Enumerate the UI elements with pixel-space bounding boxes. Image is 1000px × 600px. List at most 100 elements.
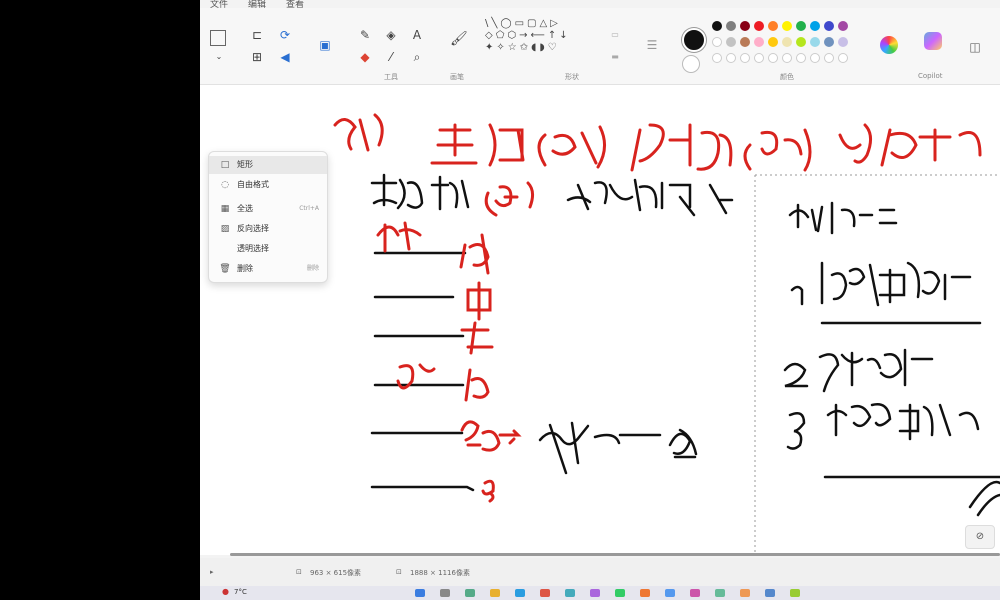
color-swatch[interactable] xyxy=(810,37,820,47)
color-swatch[interactable] xyxy=(712,37,722,47)
shapes-gallery[interactable]: \╲◯▭▢△▷ ◇⬠⬡→⟵↑↓ ✦✧☆✩◖◗♡ xyxy=(485,18,595,68)
empty-swatch[interactable] xyxy=(740,53,750,63)
black-left-strokes xyxy=(370,173,734,492)
select-menu-item-select-all[interactable]: ▦ 全选 Ctrl+A xyxy=(209,200,327,218)
ribbon-toolbar: ⌄ ⊏ ⊞ ⟳ ◀ ▣ ✎ ◈ A ◆ ⁄ ⌕ 工具 🖌 画笔 \╲◯▭▢△▷ ◇… xyxy=(200,8,1000,85)
rotate-icon[interactable]: ⟳ xyxy=(278,28,292,42)
select-menu-item-transparent[interactable]: 透明选择 xyxy=(209,240,327,258)
select-menu-label: 透明选择 xyxy=(237,244,269,253)
trash-icon: 🗑 xyxy=(219,264,231,274)
empty-swatch[interactable] xyxy=(796,53,806,63)
color-swatch[interactable] xyxy=(754,21,764,31)
tools-group-label: 工具 xyxy=(384,73,398,81)
color-swatch[interactable] xyxy=(782,37,792,47)
color-swatch[interactable] xyxy=(740,21,750,31)
fill-bucket-icon[interactable]: ◈ xyxy=(384,28,398,42)
left-black-area xyxy=(0,0,200,600)
taskbar-app-icon[interactable] xyxy=(465,589,475,597)
red-heading-strokes xyxy=(333,113,982,172)
taskbar-app-icon[interactable] xyxy=(615,589,625,597)
empty-swatch[interactable] xyxy=(810,53,820,63)
empty-swatch[interactable] xyxy=(824,53,834,63)
resize-icon[interactable]: ⊞ xyxy=(250,50,264,64)
shapes-group-label: 形状 xyxy=(565,73,579,81)
select-menu-label: 反向选择 xyxy=(237,224,269,233)
paint-window: 文件 编辑 查看 ⌄ ⊏ ⊞ ⟳ ◀ ▣ ✎ ◈ A ◆ ⁄ ⌕ 工具 🖌 画笔… xyxy=(200,0,1000,600)
color-swatch[interactable] xyxy=(726,21,736,31)
taskbar-app-icon[interactable] xyxy=(790,589,800,597)
flip-icon[interactable]: ◀ xyxy=(278,50,292,64)
empty-swatch[interactable] xyxy=(768,53,778,63)
primary-color[interactable] xyxy=(682,28,706,52)
select-menu-item-invert[interactable]: ▨ 反向选择 xyxy=(209,220,327,238)
eraser-icon[interactable]: ◆ xyxy=(358,50,372,64)
select-menu-item-rectangle[interactable]: □ 矩形 xyxy=(209,156,327,174)
color-swatch[interactable] xyxy=(824,37,834,47)
taskbar-app-icon[interactable] xyxy=(715,589,725,597)
menu-bar: 文件 编辑 查看 xyxy=(200,0,1000,10)
empty-swatch[interactable] xyxy=(782,53,792,63)
fill-icon[interactable]: ▬ xyxy=(608,50,622,64)
layers-icon[interactable]: ◫ xyxy=(968,40,982,54)
pencil-icon[interactable]: ✎ xyxy=(358,28,372,42)
color-swatch[interactable] xyxy=(810,21,820,31)
color-swatch[interactable] xyxy=(768,37,778,47)
edge-icon[interactable] xyxy=(515,589,525,597)
magnifier-icon[interactable]: ⌕ xyxy=(410,50,424,64)
taskbar-app-icon[interactable] xyxy=(665,589,675,597)
zoom-fit-button[interactable]: ⊘ xyxy=(965,525,995,549)
color-swatch[interactable] xyxy=(838,37,848,47)
select-menu-label: 全选 xyxy=(237,204,253,213)
color-swatch[interactable] xyxy=(782,21,792,31)
secondary-color[interactable] xyxy=(682,55,700,73)
empty-swatch[interactable] xyxy=(726,53,736,63)
selection-tool-icon[interactable] xyxy=(210,30,226,46)
color-palette-row-1 xyxy=(712,21,848,31)
color-swatch[interactable] xyxy=(712,21,722,31)
text-tool-icon[interactable]: A xyxy=(410,28,424,42)
taskbar-app-icon[interactable] xyxy=(690,589,700,597)
outline-icon[interactable]: ▭ xyxy=(608,28,622,42)
status-bar: ▸ ⊡ 963 × 615像素 ⊡ 1888 × 1116像素 xyxy=(200,558,1000,586)
freeform-select-icon: ◌ xyxy=(221,180,229,190)
canvas-size: 1888 × 1116像素 xyxy=(410,569,470,577)
taskbar-app-icon[interactable] xyxy=(765,589,775,597)
size-icon[interactable]: ☰ xyxy=(645,38,659,52)
edit-colors-icon[interactable] xyxy=(880,36,898,54)
color-swatch[interactable] xyxy=(740,37,750,47)
chevron-down-icon[interactable]: ⌄ xyxy=(212,50,226,64)
copilot-group-label: Copilot xyxy=(918,72,943,80)
image-icon[interactable]: ▣ xyxy=(318,38,332,52)
color-picker-icon[interactable]: ⁄ xyxy=(384,50,398,64)
file-explorer-icon[interactable] xyxy=(490,589,500,597)
empty-swatch[interactable] xyxy=(712,53,722,63)
taskbar-app-icon[interactable] xyxy=(540,589,550,597)
crop-icon[interactable]: ⊏ xyxy=(250,28,264,42)
selection-dropdown-menu: □ 矩形 ◌ 自由格式 ▦ 全选 Ctrl+A ▨ 反向选择 透明选择 🗑 删除… xyxy=(208,151,328,283)
weather-icon: ● xyxy=(222,587,229,596)
color-swatch[interactable] xyxy=(768,21,778,31)
empty-swatch[interactable] xyxy=(838,53,848,63)
weather-temp[interactable]: 7°C xyxy=(234,588,247,596)
color-swatch[interactable] xyxy=(754,37,764,47)
color-swatch[interactable] xyxy=(796,21,806,31)
color-swatch[interactable] xyxy=(796,37,806,47)
drawing-canvas[interactable]: □ 矩形 ◌ 自由格式 ▦ 全选 Ctrl+A ▨ 反向选择 透明选择 🗑 删除… xyxy=(200,85,1000,555)
taskbar-app-icon[interactable] xyxy=(565,589,575,597)
brushes-group-label: 画笔 xyxy=(450,73,464,81)
select-menu-item-freeform[interactable]: ◌ 自由格式 xyxy=(209,176,327,194)
taskbar-app-icon[interactable] xyxy=(740,589,750,597)
horizontal-scrollbar[interactable] xyxy=(230,553,1000,556)
brush-icon[interactable]: 🖌 xyxy=(450,32,468,46)
color-swatch[interactable] xyxy=(726,37,736,47)
color-swatch[interactable] xyxy=(838,21,848,31)
select-menu-item-delete[interactable]: 🗑 删除 删除 xyxy=(209,260,327,278)
copilot-icon[interactable] xyxy=(924,32,942,50)
start-icon[interactable] xyxy=(415,589,425,597)
search-icon[interactable] xyxy=(440,589,450,597)
empty-swatch[interactable] xyxy=(754,53,764,63)
select-menu-label: 矩形 xyxy=(237,160,253,169)
color-swatch[interactable] xyxy=(824,21,834,31)
paint-app-icon[interactable] xyxy=(640,589,650,597)
taskbar-app-icon[interactable] xyxy=(590,589,600,597)
